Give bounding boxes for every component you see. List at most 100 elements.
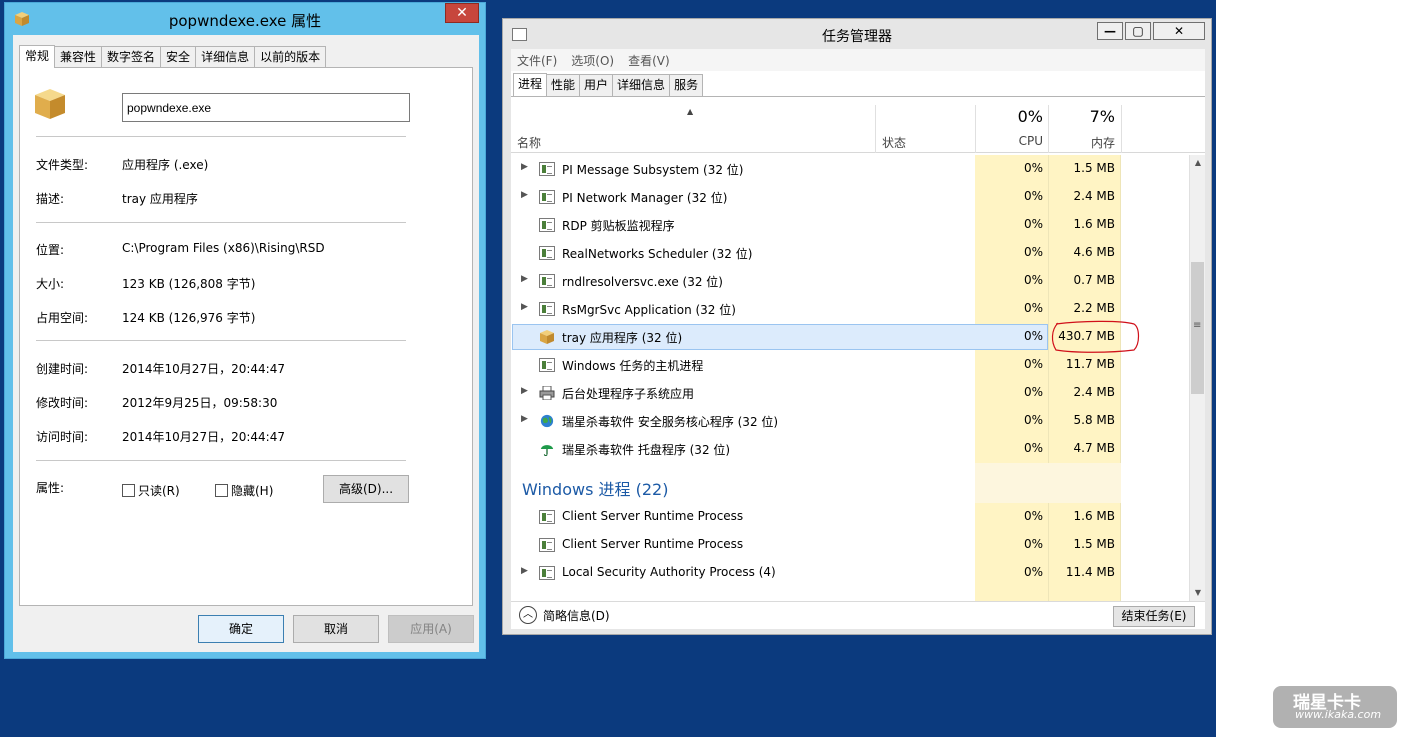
process-row[interactable]: 瑞星杀毒软件 托盘程序 (32 位) 0% 4.7 MB bbox=[511, 435, 1189, 463]
process-name: rndlresolversvc.exe (32 位) bbox=[562, 275, 723, 289]
chevron-up-icon[interactable]: ︿ bbox=[519, 606, 537, 624]
divider bbox=[36, 136, 406, 137]
expand-arrow-icon[interactable]: ▶ bbox=[521, 190, 528, 200]
process-row[interactable]: Client Server Runtime Process 0% 1.6 MB bbox=[511, 503, 1189, 531]
tab-general[interactable]: 常规 bbox=[19, 45, 56, 68]
modified-value: 2012年9月25日，09:58:30 bbox=[122, 396, 278, 410]
apply-button[interactable]: 应用(A) bbox=[388, 615, 474, 643]
ok-button[interactable]: 确定 bbox=[198, 615, 284, 643]
expand-arrow-icon[interactable]: ▶ bbox=[521, 274, 528, 284]
attributes-label: 属性: bbox=[36, 481, 65, 495]
column-status[interactable]: 状态 bbox=[882, 134, 906, 151]
end-task-button[interactable]: 结束任务(E) bbox=[1113, 606, 1195, 627]
process-memory: 1.5 MB bbox=[1073, 161, 1115, 175]
task-manager-tabs: 进程 性能 用户 详细信息 服务 bbox=[513, 73, 704, 96]
process-name: 瑞星杀毒软件 托盘程序 (32 位) bbox=[562, 443, 731, 457]
tab-services[interactable]: 服务 bbox=[669, 74, 704, 96]
file-name-input[interactable] bbox=[122, 93, 410, 122]
process-row-selected[interactable]: tray 应用程序 (32 位) 0% 430.7 MB bbox=[511, 320, 1189, 353]
tab-details[interactable]: 详细信息 bbox=[612, 74, 671, 96]
watermark-url: www.ikaka.com bbox=[1295, 708, 1382, 721]
package-icon bbox=[540, 330, 554, 344]
maximize-button[interactable]: ▢ bbox=[1125, 22, 1151, 40]
section-header-row[interactable]: Windows 进程 (22) bbox=[511, 463, 1189, 503]
tab-underline bbox=[511, 96, 1205, 97]
process-row[interactable]: ▶ 后台处理程序子系统应用 0% 2.4 MB bbox=[511, 379, 1189, 407]
hidden-checkbox[interactable]: 隐藏(H) bbox=[215, 482, 273, 499]
process-name: PI Message Subsystem (32 位) bbox=[562, 163, 744, 177]
column-memory[interactable]: 内存 bbox=[1048, 134, 1115, 151]
process-row[interactable]: ▶ RsMgrSvc Application (32 位) 0% 2.2 MB bbox=[511, 295, 1189, 323]
advanced-button[interactable]: 高级(D)... bbox=[323, 475, 409, 503]
process-row[interactable]: ▶ Local Security Authority Process (4) 0… bbox=[511, 559, 1189, 587]
memory-total[interactable]: 7% bbox=[1048, 107, 1115, 126]
close-button[interactable]: ✕ bbox=[1153, 22, 1205, 40]
file-type-value: 应用程序 (.exe) bbox=[122, 158, 209, 172]
process-row[interactable]: ▶ PI Message Subsystem (32 位) 0% 1.5 MB bbox=[511, 155, 1189, 183]
process-row[interactable]: ▶ 瑞星杀毒软件 安全服务核心程序 (32 位) 0% 5.8 MB bbox=[511, 407, 1189, 435]
general-panel: 文件类型: 应用程序 (.exe) 描述: tray 应用程序 位置: C:\P… bbox=[19, 67, 473, 606]
menu-file[interactable]: 文件(F) bbox=[517, 52, 557, 69]
process-row[interactable]: RDP 剪贴板监视程序 0% 1.6 MB bbox=[511, 211, 1189, 239]
process-row[interactable]: ▶ PI Network Manager (32 位) 0% 2.4 MB bbox=[511, 183, 1189, 211]
field-label: 访问时间: bbox=[36, 430, 89, 444]
package-icon bbox=[35, 89, 65, 119]
readonly-checkbox[interactable]: 只读(R) bbox=[122, 482, 180, 499]
process-cpu: 0% bbox=[1023, 161, 1043, 175]
process-memory: 1.6 MB bbox=[1073, 217, 1115, 231]
tab-compatibility[interactable]: 兼容性 bbox=[54, 46, 103, 68]
location-value: C:\Program Files (x86)\Rising\RSD bbox=[122, 241, 325, 255]
fewer-details-button[interactable]: ︿ 简略信息(D) bbox=[519, 606, 610, 624]
process-cpu: 0% bbox=[1023, 217, 1043, 231]
expand-arrow-icon[interactable]: ▶ bbox=[521, 414, 528, 424]
checkbox-box[interactable] bbox=[122, 484, 135, 497]
tab-security[interactable]: 安全 bbox=[160, 46, 197, 68]
process-memory: 0.7 MB bbox=[1073, 273, 1115, 287]
app-icon bbox=[539, 218, 555, 232]
field-label: 描述: bbox=[36, 192, 65, 206]
divider bbox=[36, 222, 406, 223]
expand-arrow-icon[interactable]: ▶ bbox=[521, 386, 528, 396]
tab-performance[interactable]: 性能 bbox=[546, 74, 581, 96]
process-name: Local Security Authority Process (4) bbox=[562, 565, 776, 579]
field-label: 修改时间: bbox=[36, 396, 89, 410]
menu-options[interactable]: 选项(O) bbox=[571, 52, 614, 69]
scroll-thumb[interactable]: ≡ bbox=[1191, 262, 1204, 394]
scroll-up-arrow-icon[interactable]: ▲ bbox=[1190, 155, 1206, 171]
task-manager-titlebar[interactable]: 任务管理器 — ▢ ✕ bbox=[503, 19, 1211, 49]
expand-arrow-icon[interactable]: ▶ bbox=[521, 302, 528, 312]
process-name: Client Server Runtime Process bbox=[562, 537, 744, 551]
tab-previous-versions[interactable]: 以前的版本 bbox=[254, 46, 327, 68]
process-memory: 1.5 MB bbox=[1073, 537, 1115, 551]
process-cpu: 0% bbox=[1023, 329, 1043, 343]
process-row[interactable]: Windows 任务的主机进程 0% 11.7 MB bbox=[511, 351, 1189, 379]
checkbox-box[interactable] bbox=[215, 484, 228, 497]
column-name[interactable]: 名称 bbox=[517, 134, 541, 151]
process-memory: 5.8 MB bbox=[1073, 413, 1115, 427]
app-icon bbox=[539, 246, 555, 260]
properties-title: popwndexe.exe 属性 bbox=[168, 12, 322, 30]
minimize-button[interactable]: — bbox=[1097, 22, 1123, 40]
cpu-total[interactable]: 0% bbox=[975, 107, 1043, 126]
tab-users[interactable]: 用户 bbox=[579, 74, 614, 96]
tab-processes[interactable]: 进程 bbox=[513, 73, 548, 96]
process-row[interactable]: ▶ rndlresolversvc.exe (32 位) 0% 0.7 MB bbox=[511, 267, 1189, 295]
process-row[interactable]: RealNetworks Scheduler (32 位) 0% 4.6 MB bbox=[511, 239, 1189, 267]
vertical-scrollbar[interactable]: ▲ ≡ ▼ bbox=[1189, 155, 1205, 601]
menu-view[interactable]: 查看(V) bbox=[628, 52, 670, 69]
tab-details[interactable]: 详细信息 bbox=[195, 46, 256, 68]
cancel-button[interactable]: 取消 bbox=[293, 615, 379, 643]
process-cpu: 0% bbox=[1023, 565, 1043, 579]
process-cpu: 0% bbox=[1023, 273, 1043, 287]
app-icon bbox=[539, 274, 555, 288]
process-row[interactable]: Client Server Runtime Process 0% 1.5 MB bbox=[511, 531, 1189, 559]
column-cpu[interactable]: CPU bbox=[975, 134, 1043, 148]
close-button[interactable]: ✕ bbox=[445, 3, 479, 23]
tab-digital-signatures[interactable]: 数字签名 bbox=[101, 46, 162, 68]
expand-arrow-icon[interactable]: ▶ bbox=[521, 162, 528, 172]
app-icon bbox=[539, 566, 555, 580]
scroll-down-arrow-icon[interactable]: ▼ bbox=[1190, 585, 1206, 601]
expand-arrow-icon[interactable]: ▶ bbox=[521, 566, 528, 576]
properties-titlebar[interactable]: popwndexe.exe 属性 ✕ bbox=[5, 3, 485, 35]
description-value: tray 应用程序 bbox=[122, 192, 198, 206]
